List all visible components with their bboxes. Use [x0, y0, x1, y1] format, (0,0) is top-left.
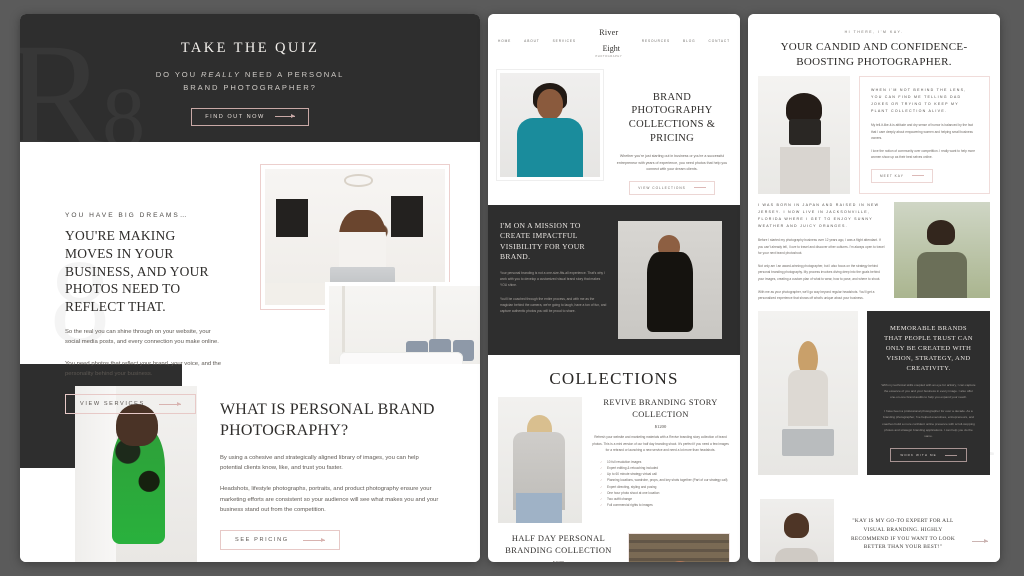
- camera-portrait-photo: [758, 76, 850, 195]
- mission-title: I'M ON A MISSION TO CREATE IMPACTFUL VIS…: [500, 220, 585, 262]
- hero-subtitle: DO YOU REALLY NEED A PERSONAL BRAND PHOT…: [155, 70, 345, 93]
- logo-line-1: River: [599, 28, 619, 37]
- philosophy-title: MEMORABLE BRANDS THAT PEOPLE TRUST CAN O…: [884, 325, 973, 372]
- halfday-price: $1985: [498, 560, 619, 562]
- about-title: YOUR CANDID AND CONFIDENCE-BOOSTING PHOT…: [780, 41, 968, 69]
- about-card-2-body-3: With me as your photographer, we'll go w…: [758, 289, 875, 300]
- what-heading: WHAT IS PERSONAL BRAND PHOTOGRAPHY?: [220, 401, 435, 439]
- what-paragraph-2: Headshots, lifestyle photographs, portra…: [220, 486, 439, 513]
- nav-links-left[interactable]: HOME ABOUT SERVICES: [498, 39, 576, 43]
- meet-kay-button[interactable]: MEET KAY: [871, 168, 933, 183]
- dreams-eyebrow: YOU HAVE BIG DREAMS…: [65, 212, 189, 219]
- mid-hero-section: BRAND PHOTOGRAPHY COLLECTIONS & PRICING …: [488, 65, 740, 205]
- nav-item-about[interactable]: ABOUT: [524, 39, 539, 43]
- website-preview-right[interactable]: HI THERE, I'M KAY. YOUR CANDID AND CONFI…: [748, 14, 1000, 562]
- find-out-now-label: FIND OUT NOW: [205, 113, 265, 120]
- about-hero: HI THERE, I'M KAY. YOUR CANDID AND CONFI…: [748, 14, 1000, 77]
- about-eyebrow: HI THERE, I'M KAY.: [844, 30, 904, 34]
- mid-hero-title: BRAND PHOTOGRAPHY COLLECTIONS & PRICING: [628, 91, 716, 145]
- revive-price: $1200: [654, 424, 667, 430]
- testimonial-author: - Chrissy Doe: [844, 561, 962, 562]
- find-out-now-button[interactable]: FIND OUT NOW: [191, 107, 309, 126]
- screenshot-stage: R8 TAKE THE QUIZ DO YOU REALLY NEED A PE…: [0, 0, 1024, 576]
- arrow-right-icon: [693, 187, 706, 189]
- collection-revive: REVIVE BRANDING STORY COLLECTION $1200 R…: [488, 396, 740, 533]
- dreams-paragraph-2: You need photos that reflect your brand,…: [65, 360, 221, 378]
- collections-heading: COLLECTIONS: [488, 354, 740, 397]
- about-card-2-title: I WAS BORN IN JAPAN AND RAISED IN NEW JE…: [758, 203, 880, 229]
- arrow-right-icon: [302, 537, 325, 542]
- hero-banner: R8 TAKE THE QUIZ DO YOU REALLY NEED A PE…: [20, 14, 480, 142]
- work-with-me-button[interactable]: WORK WITH ME: [890, 448, 967, 463]
- site-logo[interactable]: River Eight PHOTOGRAPHY: [595, 23, 622, 59]
- halfday-title: HALF DAY PERSONAL BRANDING COLLECTION: [505, 533, 612, 555]
- website-preview-left[interactable]: R8 TAKE THE QUIZ DO YOU REALLY NEED A PE…: [20, 14, 480, 562]
- view-services-button[interactable]: VIEW SERVICES: [65, 394, 196, 415]
- hero-title: TAKE THE QUIZ: [180, 40, 320, 56]
- teal-top-portrait-photo: [496, 68, 604, 181]
- about-card-1-body-2: I love the notion of community over comp…: [871, 149, 975, 160]
- logo-tagline: PHOTOGRAPHY: [595, 55, 623, 58]
- revive-description: Refresh your website and marketing mater…: [592, 435, 729, 452]
- view-collections-button[interactable]: VIEW COLLECTIONS: [629, 180, 715, 195]
- philosophy-body-2: I have been a professional photographer …: [882, 409, 975, 438]
- about-card-1-body-1: My tell-it-like-it-is attitude and dry s…: [871, 123, 974, 140]
- revive-title: REVIVE BRANDING STORY COLLECTION: [603, 397, 718, 419]
- site-navbar[interactable]: HOME ABOUT SERVICES River Eight PHOTOGRA…: [488, 14, 740, 65]
- dreams-heading: YOU'RE MAKING MOVES IN YOUR BUSINESS, AN…: [65, 228, 209, 315]
- about-card-1: WHEN I'M NOT BEHIND THE LENS, YOU CAN FI…: [859, 76, 990, 194]
- outdoor-portrait-photo: [894, 202, 990, 299]
- nav-item-blog[interactable]: BLOG: [683, 39, 695, 43]
- mid-hero-body: Whether you're just starting out in busi…: [616, 154, 728, 172]
- laptop-woman-photo: [758, 311, 858, 476]
- nav-item-contact[interactable]: CONTACT: [709, 39, 730, 43]
- philosophy-dark-block: MEMORABLE BRANDS THAT PEOPLE TRUST CAN O…: [867, 311, 990, 476]
- view-services-label: VIEW SERVICES: [80, 401, 145, 408]
- nav-item-services[interactable]: SERVICES: [553, 39, 576, 43]
- arrow-right-icon: [911, 175, 924, 177]
- philosophy-body-1: With my technical skills coupled with an…: [881, 382, 976, 400]
- dreams-paragraph-1: So the real you can shine through on you…: [65, 329, 219, 346]
- about-card-1-title: WHEN I'M NOT BEHIND THE LENS, YOU CAN FI…: [871, 88, 967, 114]
- revive-feature-list: 10 full resolution images Expert editing…: [591, 459, 730, 509]
- see-pricing-label: SEE PRICING: [235, 537, 289, 544]
- see-pricing-button[interactable]: SEE PRICING: [220, 530, 340, 551]
- about-card-2-body-1: Before I started my photography business…: [758, 238, 885, 255]
- nav-item-home[interactable]: HOME: [498, 39, 511, 43]
- list-item: Full commercial rights to images: [600, 502, 730, 508]
- market-portrait-photo: [628, 532, 730, 562]
- meet-kay-label: MEET KAY: [880, 173, 904, 178]
- about-intro-row: WHEN I'M NOT BEHIND THE LENS, YOU CAN FI…: [748, 76, 1000, 195]
- philosophy-row: MEMORABLE BRANDS THAT PEOPLE TRUST CAN O…: [748, 311, 1000, 485]
- big-dreams-section: 8: [20, 142, 480, 422]
- mission-section: I'M ON A MISSION TO CREATE IMPACTFUL VIS…: [488, 204, 740, 355]
- testimonial-quote: "KAY IS MY GO-TO EXPERT FOR ALL VISUAL B…: [850, 518, 956, 551]
- nav-links-right[interactable]: RESOURCES BLOG CONTACT: [642, 39, 730, 43]
- black-dress-photo: [618, 220, 722, 339]
- about-card-2-body-2: Not only am I an award-winning photograp…: [758, 264, 881, 281]
- mission-paragraph-1: Your personal branding is not a one-size…: [500, 270, 605, 288]
- nav-item-resources[interactable]: RESOURCES: [642, 39, 670, 43]
- mission-paragraph-2: You'll be coached through the entire pro…: [500, 296, 607, 314]
- arrow-right-icon: [158, 401, 181, 406]
- logo-line-2: Eight: [602, 44, 620, 53]
- lamp-icon: [344, 174, 373, 187]
- what-paragraph-1: By using a cohesive and strategically al…: [220, 454, 419, 471]
- testimonial-next-arrow-icon[interactable]: [972, 538, 988, 543]
- testimonial-portrait-photo: [760, 499, 834, 562]
- work-with-me-label: WORK WITH ME: [900, 453, 937, 458]
- arrow-right-icon: [944, 454, 957, 456]
- collection-half-day: HALF DAY PERSONAL BRANDING COLLECTION $1…: [488, 532, 740, 562]
- arrow-right-icon: [274, 114, 295, 119]
- blazer-portrait-photo: [498, 396, 582, 523]
- view-collections-label: VIEW COLLECTIONS: [638, 185, 686, 190]
- about-bio-row: I WAS BORN IN JAPAN AND RAISED IN NEW JE…: [748, 202, 1000, 301]
- website-preview-middle[interactable]: HOME ABOUT SERVICES River Eight PHOTOGRA…: [488, 14, 740, 562]
- testimonial-section: "KAY IS MY GO-TO EXPERT FOR ALL VISUAL B…: [748, 485, 1000, 562]
